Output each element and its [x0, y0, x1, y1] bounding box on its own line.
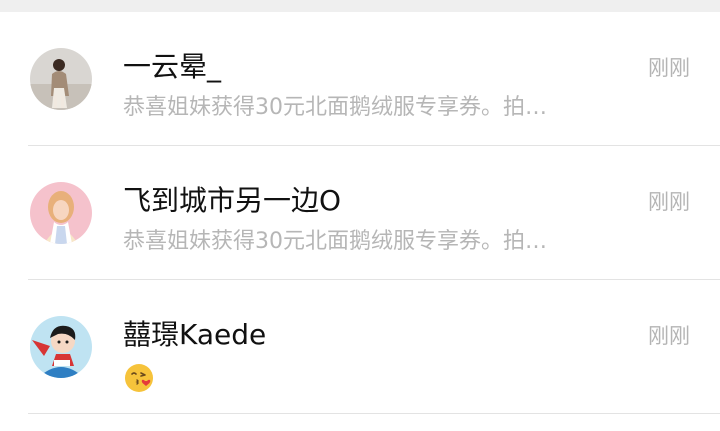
face-blowing-kiss-emoji — [124, 363, 154, 393]
avatar[interactable] — [30, 48, 92, 110]
chat-name: 囍璟Kaede — [123, 318, 267, 351]
avatar-woman-standing — [30, 48, 92, 110]
chat-time: 刚刚 — [648, 190, 690, 214]
avatar-cartoon-boy — [30, 316, 92, 378]
avatar-girl-portrait — [30, 182, 92, 244]
chat-preview: 恭喜姐妹获得30元北面鹅绒服专享券。拍… — [123, 95, 547, 120]
chat-row[interactable]: 囍璟Kaede 刚刚 — [0, 280, 720, 414]
avatar[interactable] — [30, 316, 92, 378]
chat-row[interactable]: 飞到城市另一边O 刚刚 恭喜姐妹获得30元北面鹅绒服专享券。拍… — [0, 146, 720, 280]
avatar[interactable] — [30, 182, 92, 244]
chat-name: 一云晕_ — [123, 50, 222, 83]
row-divider — [28, 413, 720, 414]
chat-preview: 恭喜姐妹获得30元北面鹅绒服专享券。拍… — [123, 229, 547, 254]
top-strip — [0, 0, 720, 12]
chat-row[interactable]: 一云晕_ 刚刚 恭喜姐妹获得30元北面鹅绒服专享券。拍… — [0, 12, 720, 146]
chat-list: 一云晕_ 刚刚 恭喜姐妹获得30元北面鹅绒服专享券。拍… 飞到城市另一边O 刚刚… — [0, 12, 720, 414]
chat-time: 刚刚 — [648, 324, 690, 348]
chat-time: 刚刚 — [648, 56, 690, 80]
chat-name: 飞到城市另一边O — [123, 184, 342, 217]
